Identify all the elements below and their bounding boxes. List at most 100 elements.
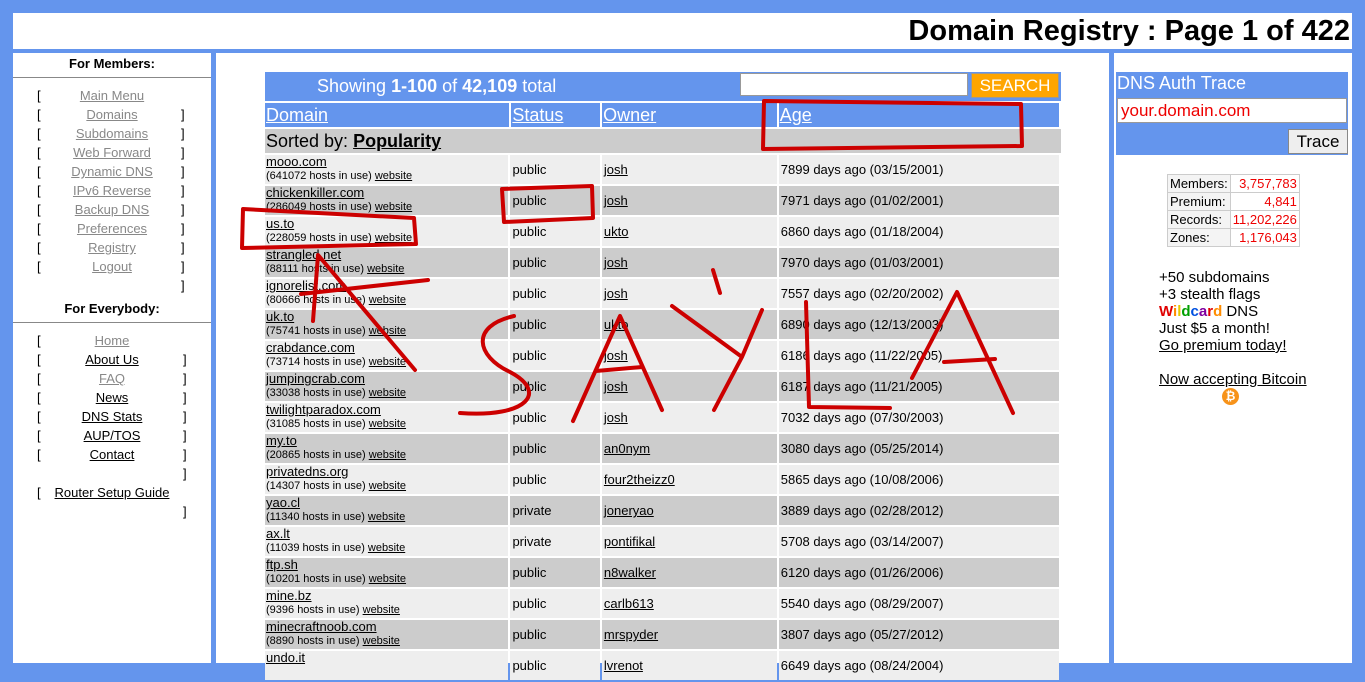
members-link-8[interactable]: Registry: [88, 240, 136, 255]
domain-link[interactable]: yao.cl: [266, 495, 300, 510]
status-cell: public: [510, 372, 600, 401]
domain-link[interactable]: mooo.com: [266, 154, 327, 169]
bracket-left: [: [37, 409, 41, 424]
website-link[interactable]: website: [375, 201, 412, 213]
members-link-9[interactable]: Logout: [92, 259, 132, 274]
status-cell: public: [510, 217, 600, 246]
website-link[interactable]: website: [375, 170, 412, 182]
search-input[interactable]: [740, 73, 968, 96]
everybody-link-2[interactable]: FAQ: [99, 371, 125, 386]
domain-link[interactable]: us.to: [266, 216, 294, 231]
everybody-link-3[interactable]: News: [96, 390, 129, 405]
website-link[interactable]: website: [368, 542, 405, 554]
age-cell: 6649 days ago (08/24/2004): [778, 651, 1059, 680]
bitcoin-link[interactable]: Now accepting Bitcoin: [1159, 371, 1307, 388]
router-setup-guide-link[interactable]: Router Setup Guide: [55, 485, 170, 500]
owner-link[interactable]: joneryao: [604, 503, 654, 518]
domain-link[interactable]: chickenkiller.com: [266, 185, 364, 200]
members-link-7[interactable]: Preferences: [77, 221, 147, 236]
domain-link[interactable]: my.to: [266, 433, 297, 448]
owner-link[interactable]: n8walker: [604, 565, 656, 580]
bracket-left: [: [37, 447, 41, 462]
bracket-left: [: [37, 485, 41, 500]
members-link-2[interactable]: Subdomains: [76, 126, 148, 141]
everybody-row: [FAQ]: [13, 369, 211, 405]
members-link-6[interactable]: Backup DNS: [75, 202, 149, 217]
owner-link[interactable]: lvrenot: [604, 658, 643, 673]
hosts-count: (31085 hosts in use): [266, 418, 366, 430]
website-link[interactable]: website: [369, 480, 406, 492]
table-row: us.to (228059 hosts in use) website public…: [265, 217, 1061, 246]
domain-link[interactable]: ftp.sh: [266, 557, 298, 572]
domain-link[interactable]: crabdance.com: [266, 340, 355, 355]
website-link[interactable]: website: [369, 449, 406, 461]
owner-link[interactable]: carlb613: [604, 596, 654, 611]
column-status[interactable]: Status: [512, 105, 563, 125]
bracket-right: ]: [183, 466, 187, 481]
age-cell: 7032 days ago (07/30/2003): [778, 403, 1059, 432]
domain-link[interactable]: uk.to: [266, 309, 294, 324]
domain-link[interactable]: twilightparadox.com: [266, 402, 381, 417]
everybody-link-4[interactable]: DNS Stats: [82, 409, 143, 424]
everybody-link-1[interactable]: About Us: [85, 352, 138, 367]
website-link[interactable]: website: [369, 418, 406, 430]
website-link[interactable]: website: [369, 294, 406, 306]
website-link[interactable]: website: [363, 635, 400, 647]
hosts-info: (80666 hosts in use) website: [266, 293, 508, 307]
trace-button[interactable]: Trace: [1288, 129, 1348, 154]
owner-link[interactable]: josh: [604, 255, 628, 270]
bracket-left: [: [37, 107, 41, 122]
members-link-3[interactable]: Web Forward: [73, 145, 151, 160]
website-link[interactable]: website: [369, 573, 406, 585]
owner-link[interactable]: josh: [604, 286, 628, 301]
domain-link[interactable]: jumpingcrab.com: [266, 371, 365, 386]
domain-link[interactable]: mine.bz: [266, 588, 312, 603]
owner-link[interactable]: josh: [604, 410, 628, 425]
members-link-4[interactable]: Dynamic DNS: [71, 164, 153, 179]
owner-link[interactable]: ukto: [604, 224, 629, 239]
website-link[interactable]: website: [369, 325, 406, 337]
showing-prefix: Showing: [317, 76, 387, 96]
owner-link[interactable]: mrspyder: [604, 627, 658, 642]
owner-link[interactable]: josh: [604, 193, 628, 208]
owner-link[interactable]: josh: [604, 162, 628, 177]
owner-link[interactable]: an0nym: [604, 441, 650, 456]
everybody-link-0[interactable]: Home: [95, 333, 130, 348]
owner-link[interactable]: josh: [604, 348, 628, 363]
website-link[interactable]: website: [369, 356, 406, 368]
domain-link[interactable]: ignorelist.com: [266, 278, 346, 293]
domain-link[interactable]: ax.lt: [266, 526, 290, 541]
website-link[interactable]: website: [363, 604, 400, 616]
domain-link[interactable]: privatedns.org: [266, 464, 348, 479]
website-link[interactable]: website: [375, 232, 412, 244]
hosts-count: (14307 hosts in use): [266, 480, 366, 492]
members-link-0[interactable]: Main Menu: [80, 88, 144, 103]
everybody-row: [ Contact]: [13, 445, 211, 481]
hosts-info: (73714 hosts in use) website: [266, 355, 508, 369]
domain-link[interactable]: minecraftnoob.com: [266, 619, 377, 634]
domain-link[interactable]: strangled.net: [266, 247, 341, 262]
column-owner[interactable]: Owner: [603, 105, 656, 125]
column-domain[interactable]: Domain: [266, 105, 328, 125]
dns-trace-panel: DNS Auth Trace Trace: [1116, 72, 1348, 155]
status-cell: public: [510, 341, 600, 370]
owner-link[interactable]: four2theizz0: [604, 472, 675, 487]
owner-link[interactable]: josh: [604, 379, 628, 394]
age-cell: 5865 days ago (10/08/2006): [778, 465, 1059, 494]
website-link[interactable]: website: [368, 511, 405, 523]
members-link-5[interactable]: IPv6 Reverse: [73, 183, 151, 198]
website-link[interactable]: website: [367, 263, 404, 275]
column-age[interactable]: Age: [780, 105, 812, 125]
sorted-by-field[interactable]: Popularity: [353, 131, 441, 151]
website-link[interactable]: website: [369, 387, 406, 399]
trace-domain-input[interactable]: [1117, 98, 1347, 123]
everybody-link-5[interactable]: AUP/TOS: [84, 428, 141, 443]
owner-link[interactable]: pontifikal: [604, 534, 655, 549]
owner-link[interactable]: ukto: [604, 317, 629, 332]
go-premium-link[interactable]: Go premium today!: [1159, 337, 1287, 354]
everybody-link-6[interactable]: Contact: [90, 447, 135, 462]
search-button[interactable]: SEARCH: [971, 73, 1059, 98]
members-link-1[interactable]: Domains: [86, 107, 137, 122]
bracket-left: [: [37, 164, 41, 179]
hosts-info: (14307 hosts in use) website: [266, 479, 508, 493]
